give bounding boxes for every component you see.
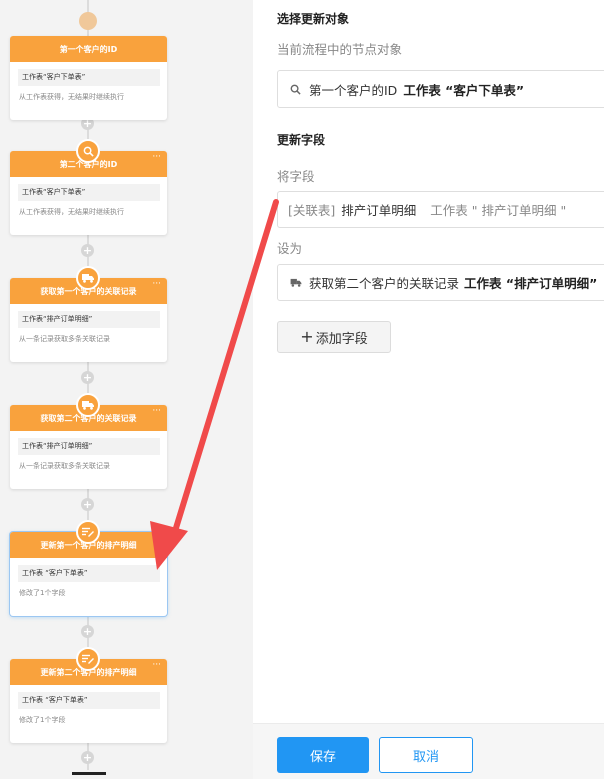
select-target-label: 当前流程中的节点对象	[277, 42, 403, 57]
node-description: 从工作表获得，无结果时继续执行	[19, 208, 124, 216]
set-value-label: 设为	[277, 241, 303, 256]
canvas-bottom-mark	[72, 772, 106, 779]
cancel-button[interactable]: 取消	[379, 737, 473, 773]
node-description: 从一条记录获取多条关联记录	[19, 335, 110, 343]
edit-list-icon	[76, 647, 100, 671]
add-node-button[interactable]: +	[81, 244, 94, 257]
flow-canvas: + + + + + + 第一个客户的ID 工作表“客户下单表” 从工作表获得，无…	[0, 0, 253, 779]
target-field-select[interactable]: [关联表] 排产订单明细 工作表 " 排产订单明细 "	[277, 191, 604, 228]
select-target-field[interactable]: 第一个客户的ID 工作表 “客户下单表”	[277, 70, 604, 108]
flow-node[interactable]: 更新第二个客户的排产明细 ··· 工作表 “客户下单表” 修改了1个字段	[10, 647, 167, 743]
start-node-icon	[79, 12, 97, 30]
field-type-tag: [关联表]	[288, 203, 336, 218]
flow-node[interactable]: 第一个客户的ID 工作表“客户下单表” 从工作表获得，无结果时继续执行	[10, 36, 167, 120]
truck-icon	[290, 278, 302, 287]
flow-node-selected[interactable]: 更新第一个客户的排产明细 工作表 “客户下单表” 修改了1个字段	[10, 520, 167, 616]
node-table: 工作表“排产订单明细”	[18, 438, 160, 455]
search-icon	[76, 139, 100, 163]
node-config-panel: 选择更新对象 当前流程中的节点对象 第一个客户的ID 工作表 “客户下单表” 更…	[253, 0, 604, 779]
node-table: 工作表“客户下单表”	[18, 69, 160, 86]
add-node-button[interactable]: +	[81, 371, 94, 384]
search-icon	[290, 84, 301, 95]
add-field-label: 添加字段	[315, 331, 368, 347]
truck-icon	[76, 393, 100, 417]
panel-footer: 保存 取消	[253, 723, 604, 779]
node-description: 从工作表获得，无结果时继续执行	[19, 93, 124, 101]
node-table: 工作表 “客户下单表”	[18, 565, 160, 582]
field-label: 将字段	[277, 169, 315, 184]
add-node-button[interactable]: +	[81, 498, 94, 511]
flow-node[interactable]: 获取第二个客户的关联记录 ··· 工作表“排产订单明细” 从一条记录获取多条关联…	[10, 393, 167, 489]
node-table: 工作表“客户下单表”	[18, 184, 160, 201]
add-field-button[interactable]: + 添加字段	[277, 321, 391, 353]
select-target-name: 第一个客户的ID	[309, 82, 398, 98]
select-target-title: 选择更新对象	[277, 12, 350, 26]
flow-node[interactable]: 第二个客户的ID ··· 工作表“客户下单表” 从工作表获得，无结果时继续执行	[10, 139, 167, 235]
truck-icon	[76, 266, 100, 290]
node-description: 修改了1个字段	[19, 589, 66, 597]
select-target-table: 工作表 “客户下单表”	[403, 82, 525, 98]
field-name: 排产订单明细	[341, 203, 417, 218]
node-more-button[interactable]: ···	[152, 280, 161, 289]
node-table: 工作表“排产订单明细”	[18, 311, 160, 328]
node-title: 第一个客户的ID	[10, 36, 167, 62]
save-button[interactable]: 保存	[277, 737, 369, 773]
update-fields-title: 更新字段	[277, 133, 326, 147]
set-value-name: 获取第二个客户的关联记录	[309, 276, 460, 291]
node-description: 从一条记录获取多条关联记录	[19, 462, 110, 470]
add-node-button[interactable]: +	[81, 751, 94, 764]
set-value-table: 工作表 “排产订单明细”	[464, 276, 598, 291]
node-description: 修改了1个字段	[19, 716, 66, 724]
flow-node[interactable]: 获取第一个客户的关联记录 ··· 工作表“排产订单明细” 从一条记录获取多条关联…	[10, 266, 167, 362]
node-table: 工作表 “客户下单表”	[18, 692, 160, 709]
node-more-button[interactable]: ···	[152, 407, 161, 416]
plus-icon: +	[300, 327, 314, 346]
field-table: 工作表 " 排产订单明细 "	[430, 203, 567, 218]
set-value-select[interactable]: 获取第二个客户的关联记录 工作表 “排产订单明细”	[277, 264, 604, 301]
edit-list-icon	[76, 520, 100, 544]
node-more-button[interactable]: ···	[152, 661, 161, 670]
node-more-button[interactable]: ···	[152, 153, 161, 162]
add-node-button[interactable]: +	[81, 625, 94, 638]
